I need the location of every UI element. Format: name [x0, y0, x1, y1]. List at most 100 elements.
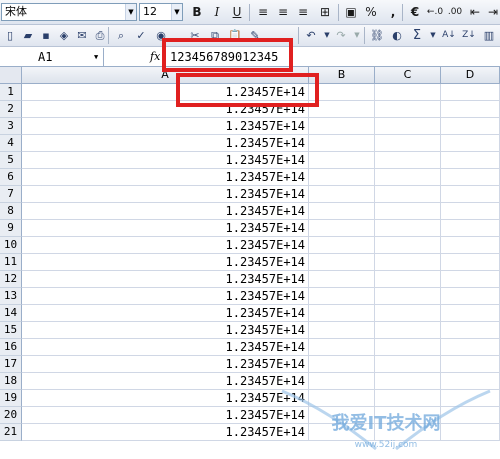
- cell-a21[interactable]: 1.23457E+14: [22, 424, 309, 441]
- row-header[interactable]: 9: [0, 220, 22, 237]
- cell-d13[interactable]: [441, 288, 500, 305]
- print-preview-icon[interactable]: ⌕: [112, 27, 130, 44]
- cell-d15[interactable]: [441, 322, 500, 339]
- bold-button[interactable]: B: [188, 4, 206, 21]
- cell-d7[interactable]: [441, 186, 500, 203]
- row-header[interactable]: 8: [0, 203, 22, 220]
- cell-d21[interactable]: [441, 424, 500, 441]
- cell-c19[interactable]: [375, 390, 441, 407]
- cell-a14[interactable]: 1.23457E+14: [22, 305, 309, 322]
- spelling-icon[interactable]: ✓: [132, 27, 150, 44]
- euro-button[interactable]: €: [406, 4, 424, 21]
- cell-b3[interactable]: [309, 118, 375, 135]
- cell-d5[interactable]: [441, 152, 500, 169]
- cell-b13[interactable]: [309, 288, 375, 305]
- cell-c7[interactable]: [375, 186, 441, 203]
- cell-c17[interactable]: [375, 356, 441, 373]
- email-icon[interactable]: ✉: [73, 27, 91, 44]
- row-header[interactable]: 18: [0, 373, 22, 390]
- chevron-down-icon[interactable]: ▼: [125, 4, 136, 20]
- new-document-icon[interactable]: ▯: [1, 27, 19, 44]
- cell-c9[interactable]: [375, 220, 441, 237]
- cell-c13[interactable]: [375, 288, 441, 305]
- cell-d6[interactable]: [441, 169, 500, 186]
- cell-a10[interactable]: 1.23457E+14: [22, 237, 309, 254]
- decrease-indent-icon[interactable]: ⇤: [466, 4, 484, 21]
- cell-a9[interactable]: 1.23457E+14: [22, 220, 309, 237]
- cell-b7[interactable]: [309, 186, 375, 203]
- cell-a11[interactable]: 1.23457E+14: [22, 254, 309, 271]
- name-box[interactable]: A1 ▼: [0, 48, 104, 66]
- font-size-select[interactable]: 12 ▼: [139, 3, 183, 21]
- chevron-down-icon[interactable]: ▼: [94, 53, 98, 61]
- cell-b5[interactable]: [309, 152, 375, 169]
- permission-icon[interactable]: ◈: [55, 27, 73, 44]
- currency-format-icon[interactable]: ▣: [342, 4, 360, 21]
- cell-a17[interactable]: 1.23457E+14: [22, 356, 309, 373]
- cell-c21[interactable]: [375, 424, 441, 441]
- row-header[interactable]: 21: [0, 424, 22, 441]
- row-header[interactable]: 7: [0, 186, 22, 203]
- cell-d1[interactable]: [441, 84, 500, 101]
- column-header-d[interactable]: D: [441, 67, 500, 84]
- cell-d18[interactable]: [441, 373, 500, 390]
- cell-c10[interactable]: [375, 237, 441, 254]
- cell-a16[interactable]: 1.23457E+14: [22, 339, 309, 356]
- row-header[interactable]: 3: [0, 118, 22, 135]
- row-header[interactable]: 19: [0, 390, 22, 407]
- cell-c11[interactable]: [375, 254, 441, 271]
- insert-hyperlink-icon[interactable]: ⛓: [368, 27, 386, 44]
- cell-c18[interactable]: [375, 373, 441, 390]
- row-header[interactable]: 12: [0, 271, 22, 288]
- underline-button[interactable]: U: [228, 4, 246, 21]
- cell-a7[interactable]: 1.23457E+14: [22, 186, 309, 203]
- italic-button[interactable]: I: [208, 4, 226, 21]
- cell-a5[interactable]: 1.23457E+14: [22, 152, 309, 169]
- cell-a3[interactable]: 1.23457E+14: [22, 118, 309, 135]
- cell-a15[interactable]: 1.23457E+14: [22, 322, 309, 339]
- cell-c3[interactable]: [375, 118, 441, 135]
- cell-a6[interactable]: 1.23457E+14: [22, 169, 309, 186]
- cell-b9[interactable]: [309, 220, 375, 237]
- cell-a19[interactable]: 1.23457E+14: [22, 390, 309, 407]
- drawing-icon[interactable]: ◐: [388, 27, 406, 44]
- cell-d9[interactable]: [441, 220, 500, 237]
- increase-indent-icon[interactable]: ⇥: [484, 4, 500, 21]
- cell-b20[interactable]: [309, 407, 375, 424]
- cell-a4[interactable]: 1.23457E+14: [22, 135, 309, 152]
- cell-b15[interactable]: [309, 322, 375, 339]
- cell-d8[interactable]: [441, 203, 500, 220]
- row-header[interactable]: 13: [0, 288, 22, 305]
- row-header[interactable]: 4: [0, 135, 22, 152]
- font-name-select[interactable]: 宋体 ▼: [1, 3, 137, 21]
- align-left-icon[interactable]: ≡: [254, 4, 272, 21]
- cell-d17[interactable]: [441, 356, 500, 373]
- cell-c16[interactable]: [375, 339, 441, 356]
- sort-ascending-icon[interactable]: A↓: [440, 27, 458, 44]
- cell-a20[interactable]: 1.23457E+14: [22, 407, 309, 424]
- cell-d20[interactable]: [441, 407, 500, 424]
- cell-c14[interactable]: [375, 305, 441, 322]
- cell-b10[interactable]: [309, 237, 375, 254]
- cell-b4[interactable]: [309, 135, 375, 152]
- merge-center-icon[interactable]: ⊞: [316, 4, 334, 21]
- save-icon[interactable]: ▪: [37, 27, 55, 44]
- cell-c12[interactable]: [375, 271, 441, 288]
- row-header[interactable]: 16: [0, 339, 22, 356]
- cell-c5[interactable]: [375, 152, 441, 169]
- cell-d4[interactable]: [441, 135, 500, 152]
- increase-decimal-icon[interactable]: ←.0: [426, 4, 444, 21]
- column-header-c[interactable]: C: [375, 67, 441, 84]
- cell-b8[interactable]: [309, 203, 375, 220]
- cell-b16[interactable]: [309, 339, 375, 356]
- chevron-down-icon[interactable]: ▼: [171, 4, 182, 20]
- cell-c4[interactable]: [375, 135, 441, 152]
- cell-a13[interactable]: 1.23457E+14: [22, 288, 309, 305]
- percent-button[interactable]: %: [362, 4, 380, 21]
- cell-b18[interactable]: [309, 373, 375, 390]
- row-header[interactable]: 5: [0, 152, 22, 169]
- open-folder-icon[interactable]: ▰: [19, 27, 37, 44]
- cell-c20[interactable]: [375, 407, 441, 424]
- cell-a18[interactable]: 1.23457E+14: [22, 373, 309, 390]
- cell-b12[interactable]: [309, 271, 375, 288]
